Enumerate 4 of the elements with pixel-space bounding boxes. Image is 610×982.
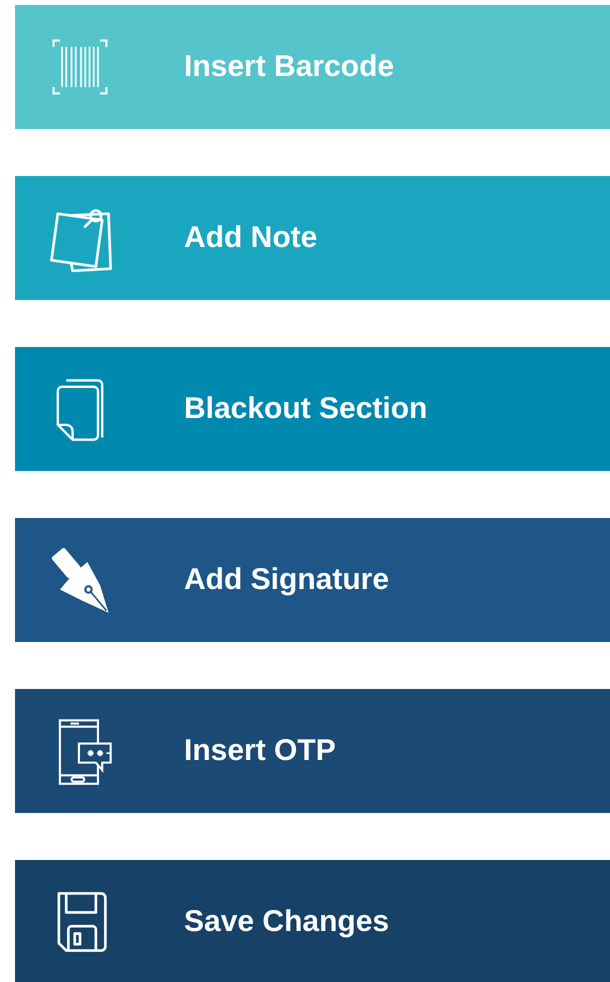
action-button[interactable]: Blackout Section [15,347,610,471]
action-button[interactable]: Save Changes [15,860,610,982]
action-button[interactable]: Add Signature [15,518,610,642]
action-button[interactable]: Insert OTP [15,689,610,813]
